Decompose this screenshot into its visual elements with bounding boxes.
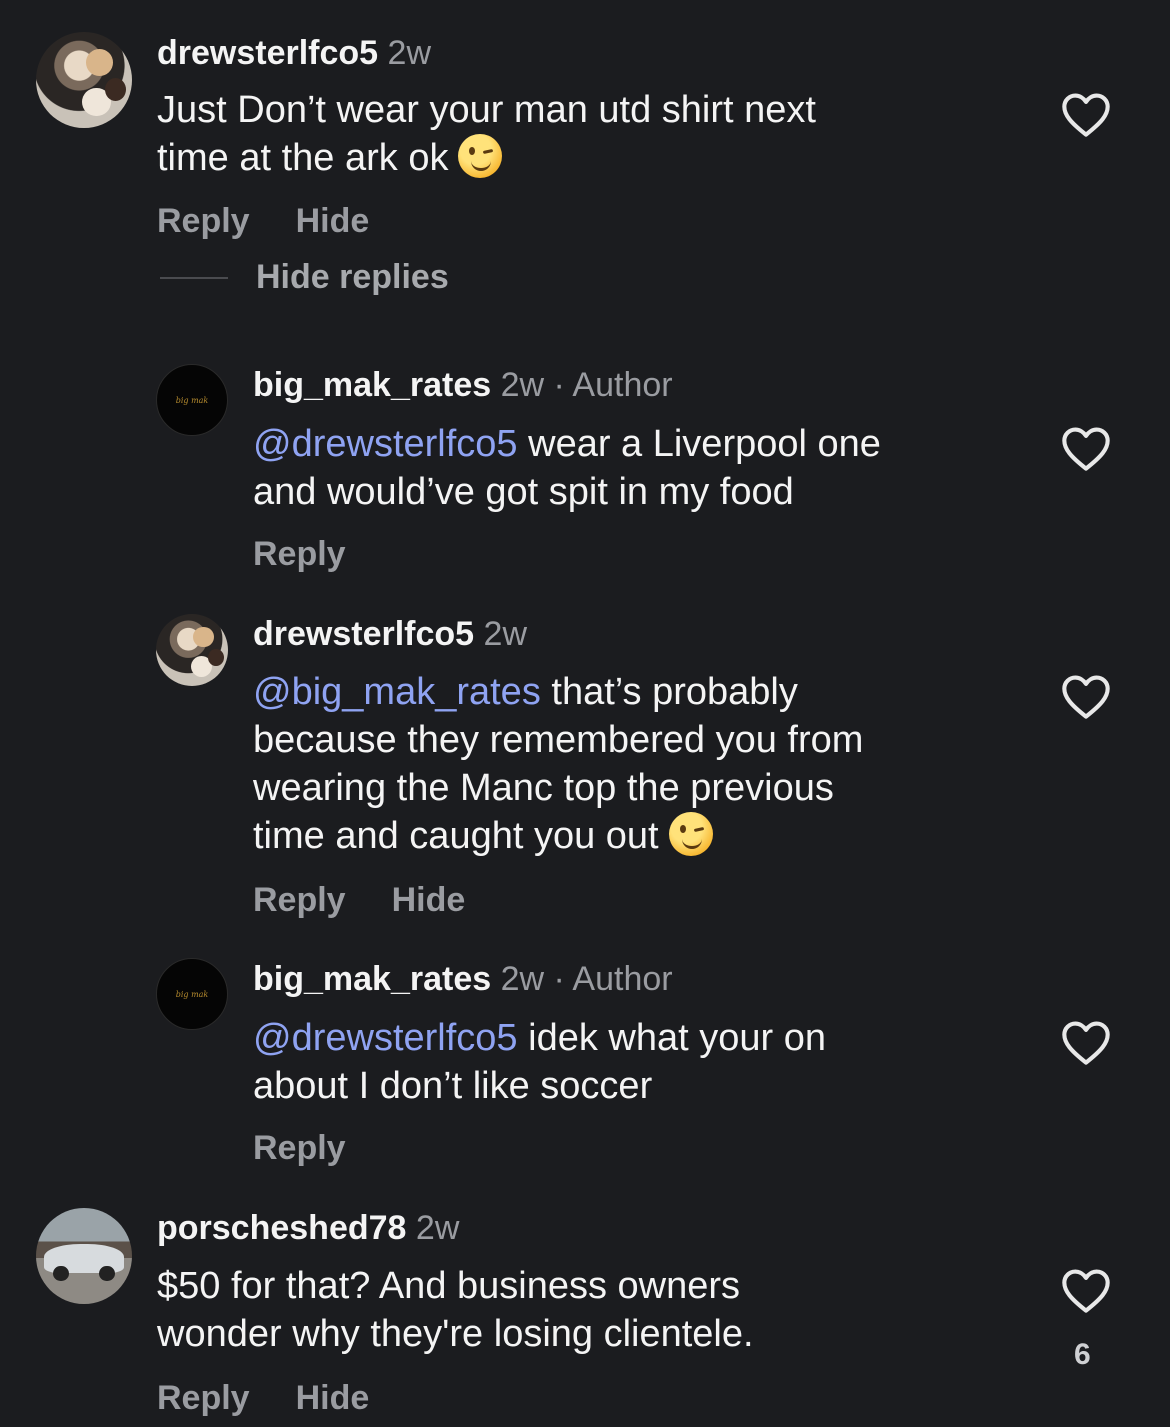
comment-header: drewsterlfco5 2w <box>157 33 431 73</box>
comment-text: Just Don’t wear your man utd shirt next … <box>157 89 816 179</box>
timestamp: 2w <box>387 34 432 72</box>
comment-header: drewsterlfco5 2w <box>253 614 527 654</box>
mention-link[interactable]: @drewsterlfco5 <box>253 423 518 465</box>
hide-button[interactable]: Hide <box>296 202 370 240</box>
avatar[interactable] <box>156 614 228 686</box>
reply-button[interactable]: Reply <box>253 1129 346 1167</box>
winking-face-emoji <box>458 134 503 178</box>
reply-button[interactable]: Reply <box>157 1379 250 1417</box>
like-count: 6 <box>1074 1338 1091 1371</box>
hide-button[interactable]: Hide <box>392 881 466 919</box>
username[interactable]: porscheshed78 <box>157 1209 406 1247</box>
mention-link[interactable]: @big_mak_rates <box>253 671 541 713</box>
timestamp: 2w <box>500 960 545 998</box>
comment-header: porscheshed78 2w <box>157 1208 459 1248</box>
comment-text: @drewsterlfco5 idek what your on about I… <box>253 1017 826 1107</box>
username[interactable]: drewsterlfco5 <box>253 615 474 653</box>
username[interactable]: big_mak_rates <box>253 960 491 998</box>
username[interactable]: big_mak_rates <box>253 366 491 404</box>
reply-button[interactable]: Reply <box>157 202 250 240</box>
heart-outline-icon[interactable] <box>1060 1018 1112 1066</box>
timestamp: 2w <box>483 615 528 653</box>
heart-outline-icon[interactable] <box>1060 672 1112 720</box>
comment-text: $50 for that? And business owners wonder… <box>157 1265 754 1355</box>
hide-replies-label[interactable]: Hide replies <box>256 257 449 297</box>
hide-button[interactable]: Hide <box>296 1379 370 1417</box>
heart-outline-icon[interactable] <box>1060 90 1112 138</box>
avatar[interactable] <box>36 1208 132 1304</box>
avatar-logo: big mak <box>175 395 209 405</box>
author-tag: · Author <box>553 366 673 404</box>
mention-link[interactable]: @drewsterlfco5 <box>253 1017 518 1059</box>
comment-header: big_mak_rates 2w · Author <box>253 959 673 999</box>
reply-button[interactable]: Reply <box>253 881 346 919</box>
avatar[interactable]: big mak <box>156 958 228 1030</box>
avatar[interactable] <box>36 32 132 128</box>
comment-text: @big_mak_rates that’s probably because t… <box>253 671 864 857</box>
timestamp: 2w <box>500 366 545 404</box>
timestamp: 2w <box>415 1209 460 1247</box>
heart-outline-icon[interactable] <box>1060 1266 1112 1314</box>
comment-header: big_mak_rates 2w · Author <box>253 365 673 405</box>
comment-text: @drewsterlfco5 wear a Liverpool one and … <box>253 423 881 513</box>
heart-outline-icon[interactable] <box>1060 424 1112 472</box>
winking-face-emoji <box>668 812 713 856</box>
avatar-logo: big mak <box>175 989 209 999</box>
reply-button[interactable]: Reply <box>253 535 346 573</box>
avatar[interactable]: big mak <box>156 364 228 436</box>
author-tag: · Author <box>553 960 673 998</box>
username[interactable]: drewsterlfco5 <box>157 34 378 72</box>
divider <box>160 277 228 279</box>
